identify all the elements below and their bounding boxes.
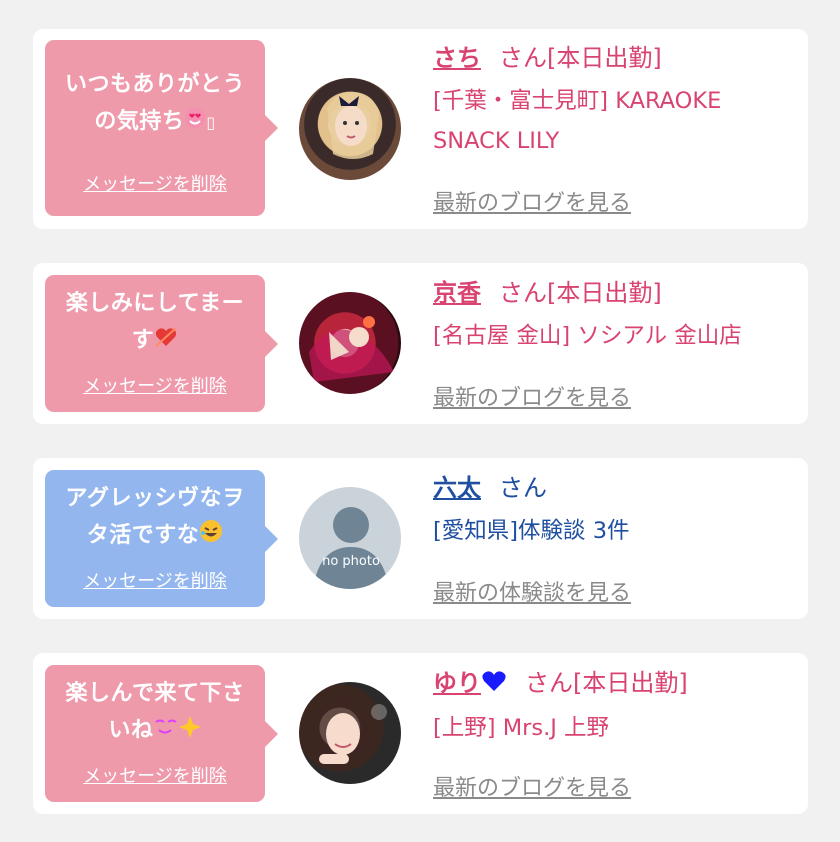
photo-blonde-woman <box>327 91 379 159</box>
message-text: アグレッシヴなヲ タ活ですな <box>53 480 257 555</box>
latest-blog-link[interactable]: 最新のブログを見る <box>433 380 631 412</box>
shop-label: [千葉・富士見町] KARAOKE SNACK LILY <box>433 88 722 154</box>
avatar[interactable] <box>299 78 401 180</box>
delete-message-link[interactable]: メッセージを削除 <box>45 567 265 593</box>
rolling-on-floor-laughing-icon <box>199 518 223 555</box>
message-bubble: いつもありがとう の気持ち ▯ メッセージを削除 <box>45 40 278 216</box>
honorific-label: さん <box>499 474 547 502</box>
latest-blog-link[interactable]: 最新のブログを見る <box>433 185 631 217</box>
message-bubble: 楽しみにしてまー す メッセージを削除 <box>45 275 278 412</box>
honorific-label: さん[本日出勤] <box>525 669 688 697</box>
user-info: 六太 さん [愛知県]体験談 3件 最新の体験談を見る <box>433 473 798 606</box>
delete-message-link[interactable]: メッセージを削除 <box>45 372 265 398</box>
delete-message-link[interactable]: メッセージを削除 <box>45 170 265 196</box>
photo-smiling-woman <box>317 695 387 764</box>
svg-text:no photo: no photo <box>322 554 380 569</box>
latest-blog-link[interactable]: 最新のブログを見る <box>433 770 631 802</box>
name-line: 京香 さん[本日出勤] <box>433 278 798 308</box>
user-name-link[interactable]: ゆり <box>433 669 507 697</box>
avatar[interactable] <box>299 292 401 394</box>
user-name-link[interactable]: 京香 <box>433 279 481 307</box>
shop-label: [名古屋 金山] ソシアル 金山店 <box>433 323 742 349</box>
name-line: 六太 さん <box>433 473 798 503</box>
name-line: さち さん[本日出勤] <box>433 43 798 73</box>
shop-label: [上野] Mrs.J 上野 <box>433 714 610 741</box>
message-bubble: アグレッシヴなヲ タ活ですな メッセージを削除 <box>45 470 278 607</box>
blue-heart-icon <box>481 669 507 700</box>
message-card: 楽しんで来て下さ いね メッセージを削除 ゆり さん[本日出勤] [上野] Mrs… <box>33 653 808 814</box>
avatar[interactable]: no photo <box>299 487 401 589</box>
user-info: 京香 さん[本日出勤] [名古屋 金山] ソシアル 金山店 最新のブログを見る <box>433 278 798 411</box>
message-text: いつもありがとう の気持ち ▯ <box>53 66 257 141</box>
smiling-face-sparkles-icon <box>154 713 202 750</box>
message-bubble: 楽しんで来て下さ いね メッセージを削除 <box>45 665 278 802</box>
message-card: アグレッシヴなヲ タ活ですな メッセージを削除 no photo 六太 さん [愛… <box>33 458 808 619</box>
smiling-face-with-heart-eyes-icon <box>184 104 206 141</box>
no-photo-placeholder: no photo <box>313 507 389 589</box>
latest-report-link[interactable]: 最新の体験談を見る <box>433 575 631 607</box>
user-info: ゆり さん[本日出勤] [上野] Mrs.J 上野 最新のブログを見る <box>433 668 798 801</box>
message-text: 楽しんで来て下さ いね <box>53 675 257 750</box>
photo-kimono-woman <box>309 316 394 382</box>
name-line: ゆり さん[本日出勤] <box>433 668 798 700</box>
shop-label: [愛知県]体験談 3件 <box>433 518 630 544</box>
heart-with-arrow-icon <box>154 323 178 360</box>
user-name-link[interactable]: 六太 <box>433 474 481 502</box>
honorific-label: さん[本日出勤] <box>499 279 662 307</box>
user-name-link[interactable]: さち <box>433 44 481 72</box>
message-text: 楽しみにしてまー す <box>53 285 257 360</box>
delete-message-link[interactable]: メッセージを削除 <box>45 762 265 788</box>
user-info: さち さん[本日出勤] [千葉・富士見町] KARAOKE SNACK LILY … <box>433 43 798 216</box>
message-card: いつもありがとう の気持ち ▯ メッセージを削除 さち さん[本日出勤] [千葉・富… <box>33 29 808 229</box>
avatar[interactable] <box>299 682 401 784</box>
honorific-label: さん[本日出勤] <box>499 44 662 72</box>
message-card: 楽しみにしてまー す メッセージを削除 京香 さん[本日出勤] [名古屋 金山] … <box>33 263 808 424</box>
